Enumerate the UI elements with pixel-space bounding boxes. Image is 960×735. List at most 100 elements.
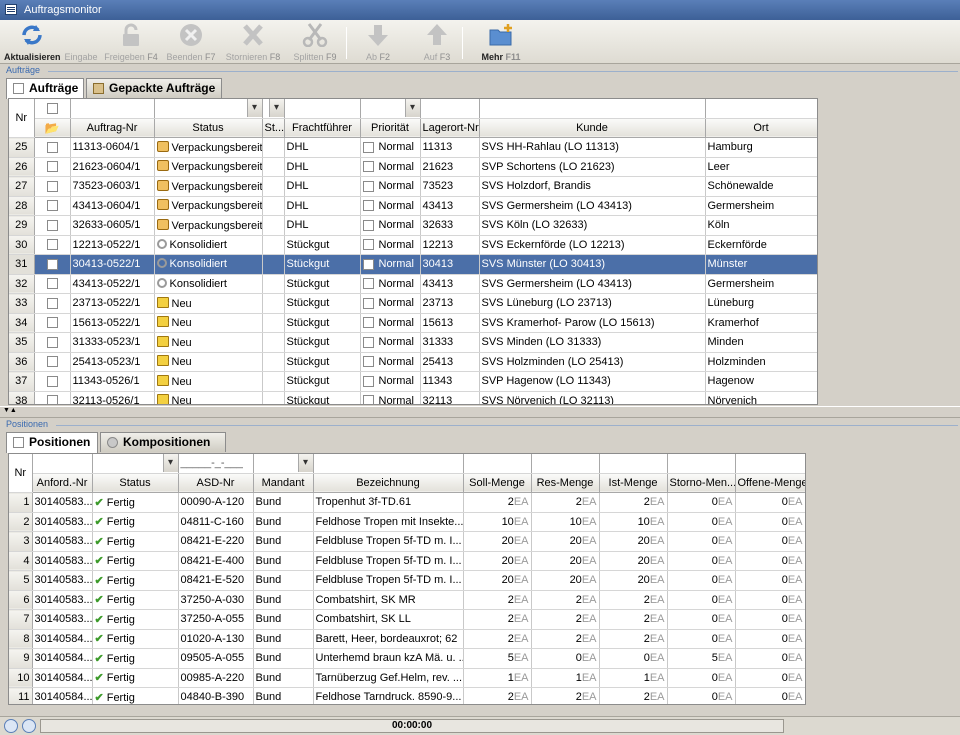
table-row[interactable]: 25 11313-0604/1 Verpackungsbereit DHL Normal… [9,137,817,158]
table-row[interactable]: 31 30413-0522/1 Konsolidiert Stückgut Normal… [9,254,817,275]
col-frachtfuehrer[interactable]: Frachtführer [284,118,361,138]
more-button[interactable]: Mehr F11 [478,20,524,64]
filter-status[interactable] [92,454,179,474]
filter-status[interactable] [154,99,263,119]
table-row[interactable]: 3 30140583... ✔ Fertig 08421-E-220 Bund Feldbl… [9,531,805,552]
table-row[interactable]: 7 30140583... ✔ Fertig 37250-A-055 Bund Combat… [9,609,805,630]
row-checkbox[interactable] [34,196,71,216]
row-checkbox[interactable] [34,254,71,275]
table-row[interactable]: 37 11343-0526/1 Neu Stückgut Normal 11343 SVP … [9,371,817,392]
refresh-button[interactable]: Aktualisieren [4,20,61,64]
col-ort[interactable]: Ort [705,118,817,138]
tab-packed-orders[interactable]: Gepackte Aufträge [86,78,222,98]
table-row[interactable]: 4 30140583... ✔ Fertig 08421-E-400 Bund Feldbl… [9,551,805,571]
release-button[interactable]: Freigeben F4 [102,20,160,64]
filter-bezeichnung[interactable] [313,454,464,474]
row-checkbox[interactable] [34,274,71,294]
splitter[interactable]: ▼▲ [0,406,960,418]
col-auftrag-nr[interactable]: Auftrag-Nr [70,118,155,138]
table-row[interactable]: 29 32633-0605/1 Verpackungsbereit DHL Normal… [9,215,817,236]
filter-asd-nr[interactable]: _____-_-___ [178,454,254,474]
col-st[interactable]: St... [262,118,285,138]
table-row[interactable]: 9 30140584... ✔ Fertig 09505-A-055 Bund Unterh… [9,648,805,669]
table-row[interactable]: 35 31333-0523/1 Neu Stückgut Normal 31333 SVS … [9,332,817,353]
cancel-button[interactable]: Stornieren F8 [222,20,284,64]
filter-frachtfuehrer[interactable] [284,99,361,119]
row-checkbox[interactable] [34,332,71,353]
priority-checkbox[interactable] [362,141,374,153]
eingabe-button[interactable]: Eingabe [62,20,100,64]
priority-checkbox[interactable] [362,317,374,329]
priority-checkbox[interactable] [362,395,374,404]
priority-checkbox[interactable] [362,200,374,212]
table-row[interactable]: 26 21623-0604/1 Verpackungsbereit DHL Normal… [9,157,817,177]
folder-icon[interactable]: 📂 [34,118,71,138]
select-all-checkbox[interactable] [34,99,71,119]
row-checkbox[interactable] [34,352,71,372]
table-row[interactable]: 38 32113-0526/1 Neu Stückgut Normal 32113 SVS … [9,391,817,404]
filter-ort[interactable] [705,99,817,119]
table-row[interactable]: 5 30140583... ✔ Fertig 08421-E-520 Bund Feldbl… [9,570,805,591]
priority-checkbox[interactable] [362,278,374,290]
filter-auftrag-nr[interactable] [70,99,155,119]
filter-st[interactable] [262,99,285,119]
filter-prioritaet[interactable] [360,99,421,119]
table-row[interactable]: 10 30140584... ✔ Fertig 00985-A-220 Bund Tarnü… [9,668,805,688]
table-row[interactable]: 11 30140584... ✔ Fertig 04840-B-390 Bund Feldh… [9,687,805,704]
table-row[interactable]: 1 30140583... ✔ Fertig 00090-A-120 Bund Tropen… [9,492,805,513]
tab-positions[interactable]: Positionen [6,432,98,453]
col-asd-nr[interactable]: ASD-Nr [178,473,254,493]
col-mandant[interactable]: Mandant [253,473,314,493]
col-lagerort[interactable]: Lagerort-Nr [420,118,480,138]
priority-checkbox[interactable] [362,239,374,251]
filter-anford-nr[interactable] [32,454,93,474]
table-row[interactable]: 27 73523-0603/1 Verpackungsbereit DHL Normal… [9,176,817,197]
table-row[interactable]: 34 15613-0522/1 Neu Stückgut Normal 15613 SVS … [9,313,817,333]
priority-checkbox[interactable] [362,336,374,348]
col-soll-menge[interactable]: Soll-Menge [463,473,532,493]
filter-kunde[interactable] [479,99,706,119]
sync-icon[interactable] [4,719,18,733]
row-checkbox[interactable] [34,371,71,392]
col-offene-menge[interactable]: Offene-Menge [735,473,805,493]
priority-checkbox[interactable] [362,375,374,387]
filter-lagerort[interactable] [420,99,480,119]
col-status[interactable]: Status [154,118,263,138]
row-checkbox[interactable] [34,313,71,333]
table-row[interactable]: 8 30140584... ✔ Fertig 01020-A-130 Bund Barett… [9,629,805,649]
col-status[interactable]: Status [92,473,179,493]
row-checkbox[interactable] [34,157,71,177]
table-row[interactable]: 33 23713-0522/1 Neu Stückgut Normal 23713 SVS … [9,293,817,314]
priority-checkbox[interactable] [362,219,374,231]
table-row[interactable]: 2 30140583... ✔ Fertig 04811-C-160 Bund Feldho… [9,512,805,532]
row-checkbox[interactable] [34,293,71,314]
priority-checkbox[interactable] [362,258,374,270]
row-checkbox[interactable] [34,137,71,158]
priority-checkbox[interactable] [362,356,374,368]
table-row[interactable]: 32 43413-0522/1 Konsolidiert Stückgut Normal… [9,274,817,294]
split-button[interactable]: Splitten F9 [288,20,342,64]
move-up-button[interactable]: Auf F3 [418,20,456,64]
move-down-button[interactable]: Ab F2 [360,20,396,64]
table-row[interactable]: 28 43413-0604/1 Verpackungsbereit DHL Normal… [9,196,817,216]
table-row[interactable]: 6 30140583... ✔ Fertig 37250-A-030 Bund Combat… [9,590,805,610]
col-storno-menge[interactable]: Storno-Men... [667,473,736,493]
filter-mandant[interactable] [253,454,314,474]
row-checkbox[interactable] [34,215,71,236]
col-res-menge[interactable]: Res-Menge [531,473,600,493]
priority-checkbox[interactable] [362,161,374,173]
tab-orders[interactable]: Aufträge [6,78,84,99]
table-row[interactable]: 36 25413-0523/1 Neu Stückgut Normal 25413 SVS … [9,352,817,372]
priority-checkbox[interactable] [362,180,374,192]
clock-icon[interactable] [22,719,36,733]
col-prioritaet[interactable]: Priorität [360,118,421,138]
finish-button[interactable]: Beenden F7 [164,20,218,64]
priority-checkbox[interactable] [362,297,374,309]
row-checkbox[interactable] [34,235,71,255]
table-row[interactable]: 30 12213-0522/1 Konsolidiert Stückgut Normal… [9,235,817,255]
col-ist-menge[interactable]: Ist-Menge [599,473,668,493]
row-checkbox[interactable] [34,391,71,404]
tab-compositions[interactable]: Kompositionen [100,432,226,452]
col-anford-nr[interactable]: Anford.-Nr [32,473,93,493]
col-kunde[interactable]: Kunde [479,118,706,138]
